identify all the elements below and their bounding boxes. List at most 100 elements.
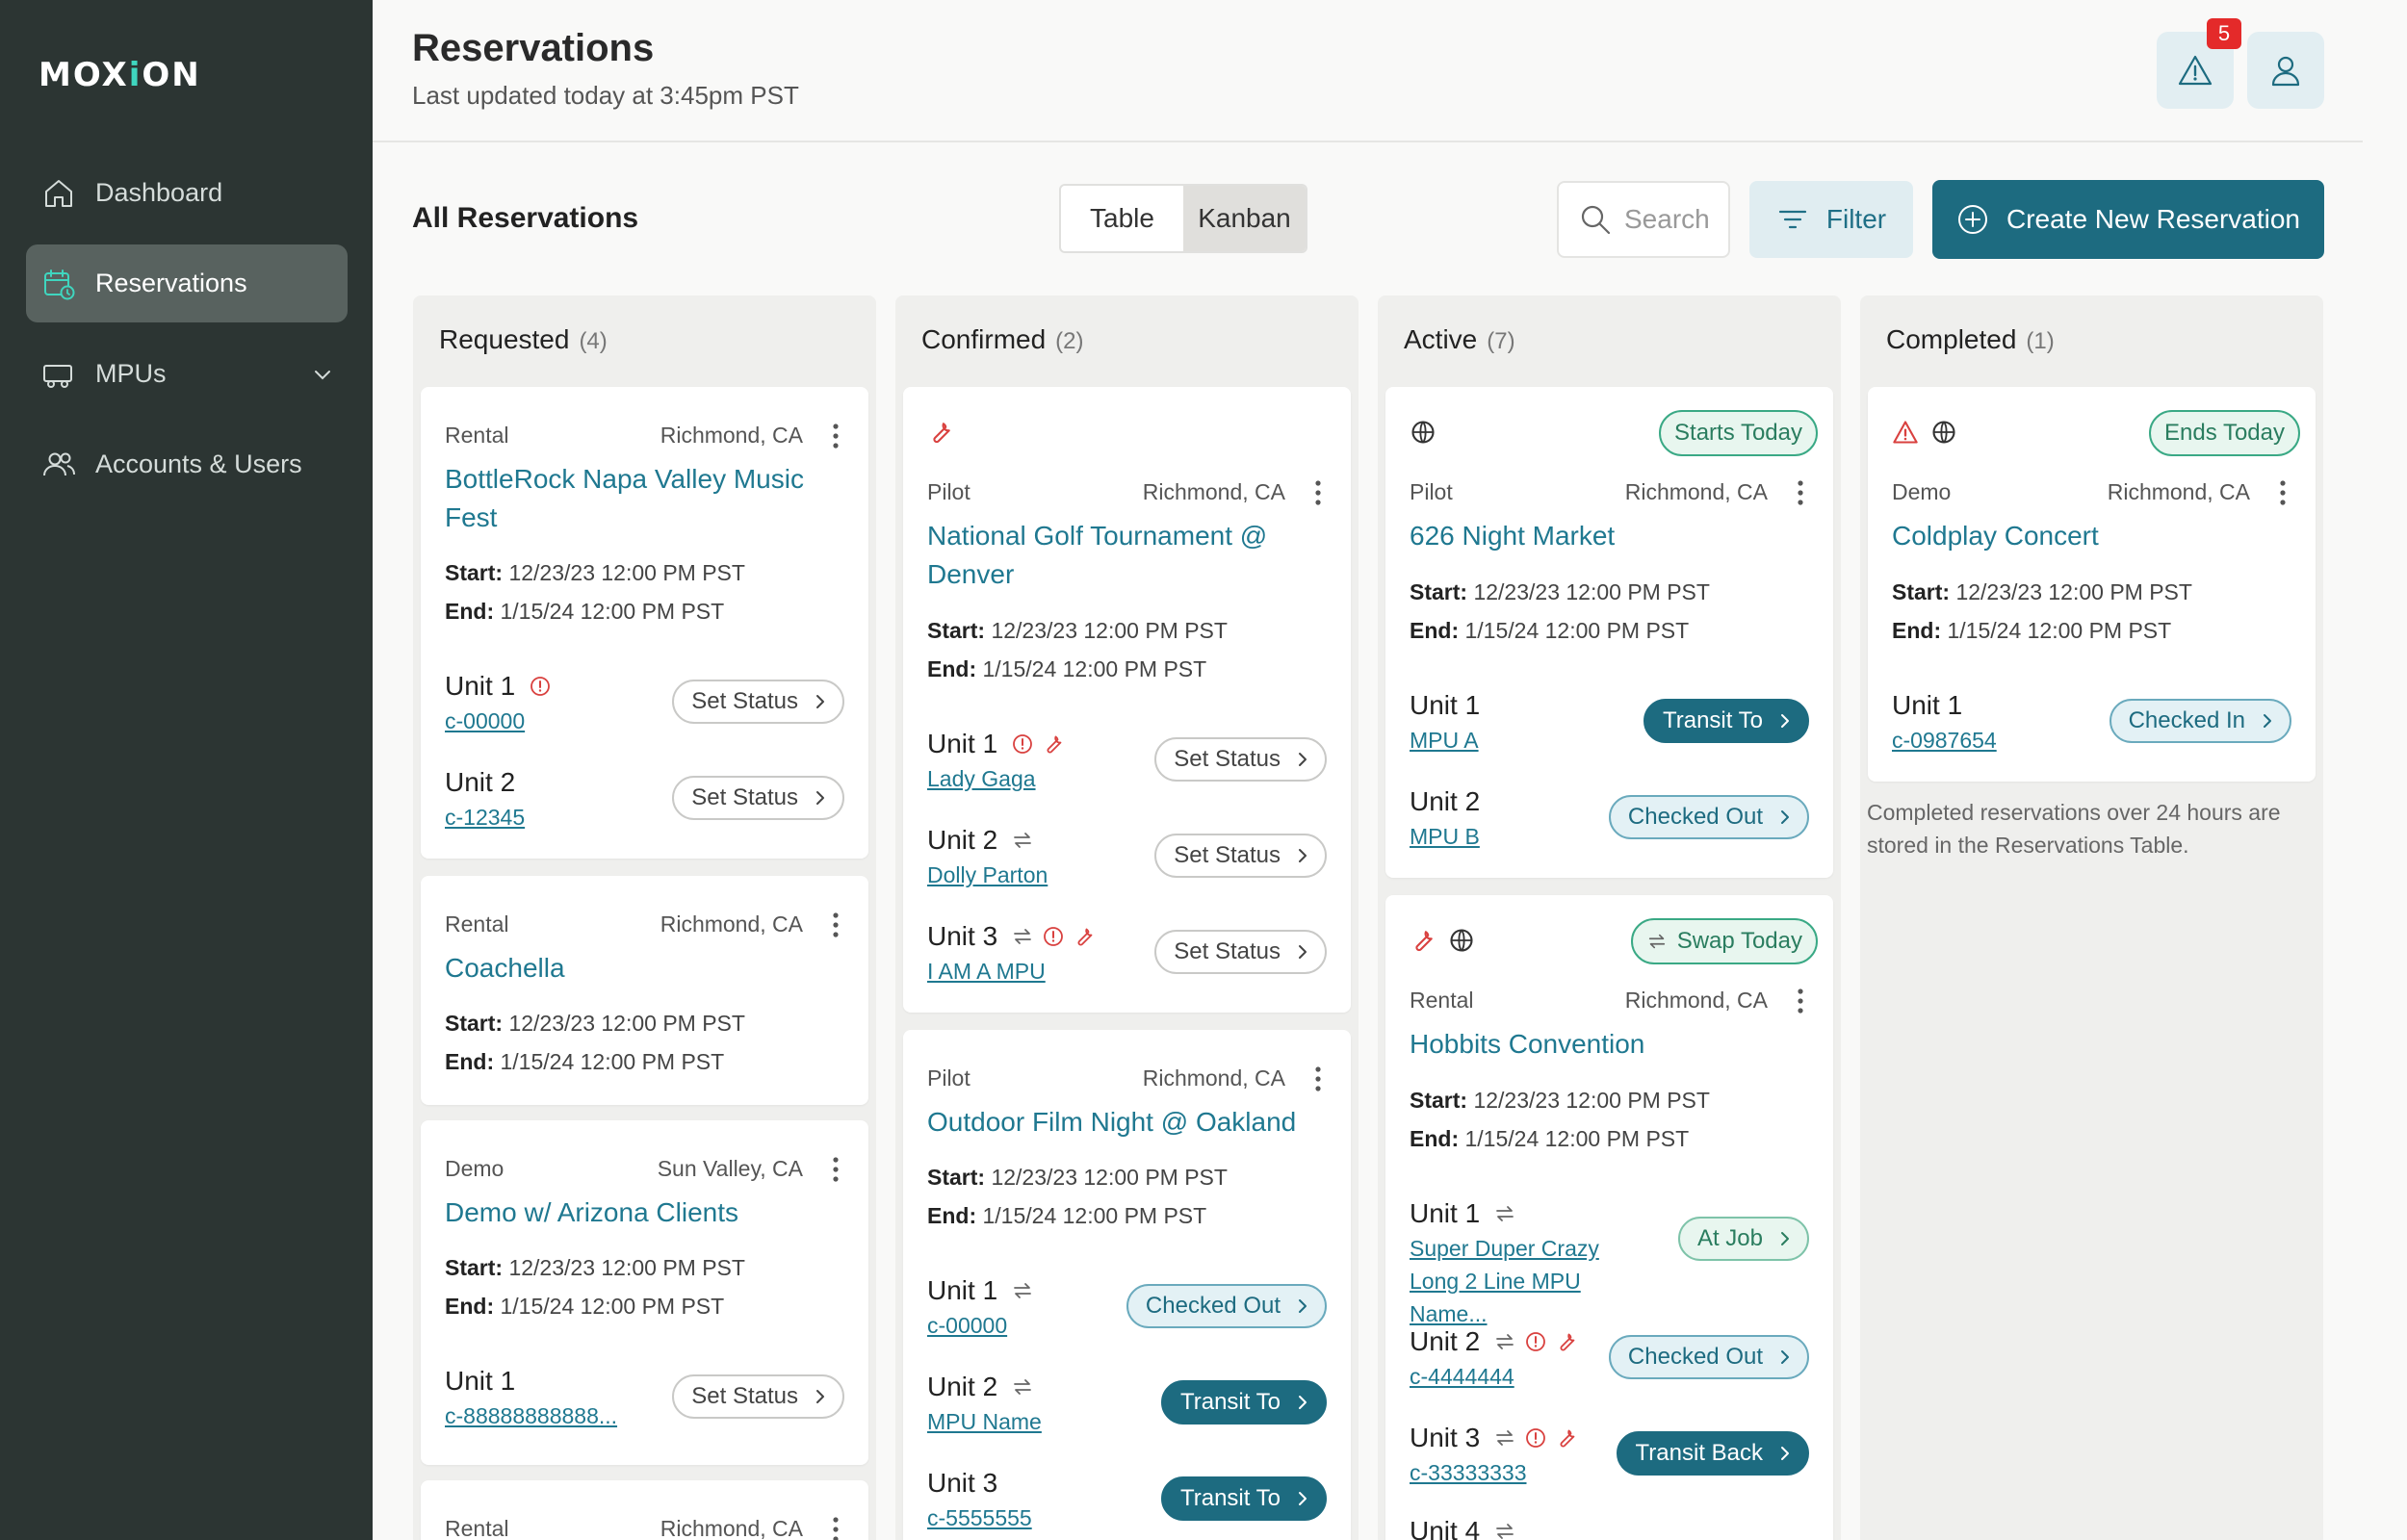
tab-table[interactable]: Table [1061,186,1183,251]
reservation-card[interactable]: Pilot Richmond, CA Outdoor Film Night @ … [903,1030,1351,1540]
reservation-location: Sun Valley, CA [657,1156,803,1181]
more-options-icon[interactable] [1797,479,1804,506]
profile-button[interactable] [2247,32,2324,109]
reservation-title[interactable]: Coldplay Concert [1892,517,2277,555]
filter-button[interactable]: Filter [1749,181,1913,258]
set-status-button[interactable]: Set Status [672,680,844,724]
more-options-icon[interactable] [832,1156,840,1183]
sidebar-item-accounts-users[interactable]: Accounts & Users [26,425,348,503]
unit-link[interactable]: MPU B [1410,820,1631,853]
reservation-type: Pilot [927,479,971,504]
column-active: Active (7) Starts Today Pilot Richmond, C… [1378,295,1841,1540]
start-date: Start: 12/23/23 12:00 PM PST [1410,579,1710,604]
alerts-button[interactable]: 5 [2157,18,2241,109]
reservation-card[interactable]: Ends Today Demo Richmond, CA Coldplay Co… [1868,387,2316,782]
column-confirmed: Confirmed (2) Pilot Richmond, CA National… [895,295,1359,1540]
unit-link[interactable]: c-5555555 [927,1502,1149,1534]
unit-link[interactable]: MPU Name [927,1405,1149,1438]
reservation-card[interactable]: Rental Richmond, CA Coachella Start: 12/… [421,876,868,1105]
transit-to-button[interactable]: Transit To [1643,699,1809,743]
reservation-card[interactable]: Swap Today Rental Richmond, CA Hobbits C… [1385,895,1833,1540]
transit-to-button[interactable]: Transit To [1160,1476,1327,1521]
checked-out-button[interactable]: Checked Out [1608,1335,1809,1379]
chevron-down-icon[interactable] [311,363,334,386]
reservation-title[interactable]: Demo w/ Arizona Clients [445,1194,830,1232]
column-header: Confirmed (2) [921,324,1084,354]
column-header: Requested (4) [439,324,608,354]
reservation-card[interactable]: Starts Today Pilot Richmond, CA 626 Nigh… [1385,387,1833,878]
more-options-icon[interactable] [832,911,840,938]
unit-link[interactable]: c-33333333 [1410,1456,1631,1489]
unit-link[interactable]: c-00000 [927,1309,1149,1342]
reservation-title[interactable]: BottleRock Napa Valley Music Fest [445,460,830,537]
reservation-card[interactable]: Rental Richmond, CA BottleRock Napa Vall… [421,387,868,859]
checked-out-button[interactable]: Checked Out [1608,795,1809,839]
moxion-logo[interactable]: MOXiON [39,56,201,94]
unit-link[interactable]: c-4444444 [1410,1360,1631,1393]
reservation-type: Pilot [1410,479,1453,504]
unit-link[interactable]: c-88888888888... [445,1399,666,1432]
end-date: End: 1/15/24 12:00 PM PST [445,1049,725,1074]
checked-out-button[interactable]: Checked Out [1126,1284,1327,1328]
set-status-button[interactable]: Set Status [1154,930,1327,974]
reservation-type: Pilot [927,1065,971,1091]
unit-label: Unit 1 [1410,1198,1516,1229]
more-options-icon[interactable] [832,423,840,449]
reservation-card[interactable]: Rental Richmond, CA [421,1480,868,1540]
set-status-button[interactable]: Set Status [672,776,844,820]
reservation-title[interactable]: Outdoor Film Night @ Oakland [927,1103,1312,1142]
unit-link[interactable]: c-12345 [445,801,666,834]
unit-link[interactable]: c-0987654 [1892,724,2113,757]
reservation-card[interactable]: Pilot Richmond, CA National Golf Tournam… [903,387,1351,1013]
tab-kanban[interactable]: Kanban [1183,186,1306,251]
more-options-icon[interactable] [1314,479,1322,506]
reservation-location: Richmond, CA [660,911,803,937]
sidebar-item-label: MPUs [95,359,167,388]
reservation-title[interactable]: Coachella [445,949,830,988]
more-options-icon[interactable] [2279,479,2287,506]
start-date: Start: 12/23/23 12:00 PM PST [445,1255,745,1280]
column-header: Completed (1) [1886,324,2055,354]
unit-link[interactable]: Dolly Parton [927,859,1149,891]
globe-icon [1448,927,1475,954]
reservation-title[interactable]: 626 Night Market [1410,517,1795,555]
unit-link[interactable]: c-00000 [445,705,666,737]
swap-icon [1493,1330,1516,1353]
sidebar-item-dashboard[interactable]: Dashboard [26,154,348,232]
checked-in-button[interactable]: Checked In [2109,699,2291,743]
chevron-right-icon [1776,808,1794,826]
set-status-button[interactable]: Set Status [1154,737,1327,782]
wrench-icon [1073,925,1096,948]
start-date: Start: 12/23/23 12:00 PM PST [445,560,745,585]
chevron-right-icon [1294,847,1311,864]
header-divider [373,141,2363,142]
set-status-button[interactable]: Set Status [672,1374,844,1419]
reservation-location: Richmond, CA [2107,479,2250,504]
unit-link[interactable]: Lady Gaga [927,762,1149,795]
more-options-icon[interactable] [1314,1065,1322,1092]
more-options-icon[interactable] [832,1516,840,1540]
reservation-title[interactable]: Hobbits Convention [1410,1025,1795,1064]
wrench-icon [1410,927,1436,954]
completed-note: Completed reservations over 24 hours are… [1867,800,2281,858]
wrench-icon [927,419,954,446]
end-date: End: 1/15/24 12:00 PM PST [1410,1126,1690,1151]
at-job-button[interactable]: At Job [1677,1217,1809,1261]
unit-label: Unit 1 [1410,690,1481,720]
plus-circle-icon [1957,205,1987,234]
transit-to-button[interactable]: Transit To [1160,1380,1327,1424]
sidebar-item-mpus[interactable]: MPUs [26,335,348,413]
transit-back-button[interactable]: Transit Back [1616,1431,1809,1476]
unit-link[interactable]: MPU A [1410,724,1631,757]
unit-link[interactable]: Super Duper Crazy Long 2 Line MPU Name..… [1410,1232,1650,1330]
unit-link[interactable]: I AM A MPU [927,955,1149,988]
reservation-title[interactable]: National Golf Tournament @ Denver [927,517,1312,594]
search-input[interactable]: Search [1557,181,1730,258]
set-status-button[interactable]: Set Status [1154,834,1327,878]
reservation-card[interactable]: Demo Sun Valley, CA Demo w/ Arizona Clie… [421,1120,868,1465]
more-options-icon[interactable] [1797,988,1804,1014]
swap-icon [1493,1202,1516,1225]
user-icon [2271,56,2300,87]
create-reservation-button[interactable]: Create New Reservation [1932,180,2324,259]
sidebar-item-reservations[interactable]: Reservations [26,244,348,322]
